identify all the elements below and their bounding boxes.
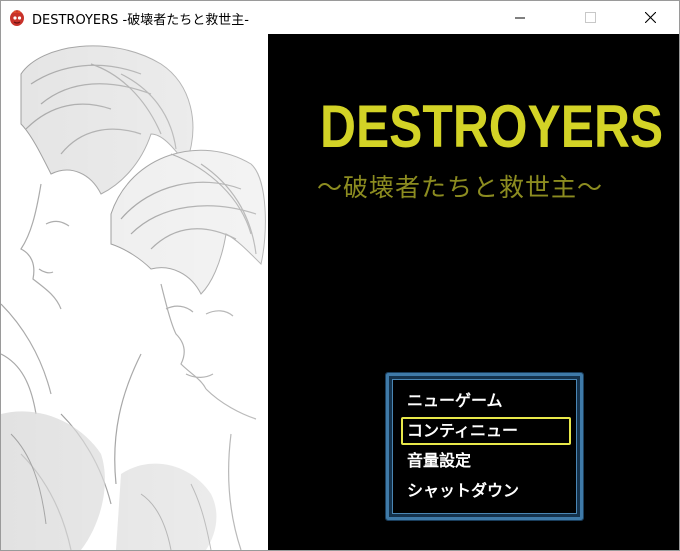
minimize-button[interactable]: [497, 1, 543, 34]
game-logo: DESTROYERS: [320, 93, 664, 160]
menu-item-volume-settings[interactable]: 音量設定: [401, 447, 571, 475]
game-canvas[interactable]: DESTROYERS ～破壊者たちと救世主～ ニューゲーム コンティニュー 音量…: [1, 34, 679, 550]
game-app-icon[interactable]: [8, 9, 26, 27]
title-panel: DESTROYERS ～破壊者たちと救世主～ ニューゲーム コンティニュー 音量…: [268, 34, 679, 550]
maximize-icon: [585, 12, 596, 23]
title-menu: ニューゲーム コンティニュー 音量設定 シャットダウン: [385, 372, 584, 521]
menu-item-new-game[interactable]: ニューゲーム: [401, 387, 571, 415]
menu-item-shutdown[interactable]: シャットダウン: [401, 477, 571, 505]
game-subtitle: ～破壊者たちと救世主～: [317, 173, 604, 202]
character-sketch-artwork: [1, 34, 268, 550]
close-icon: [645, 12, 656, 23]
close-button[interactable]: [627, 1, 673, 34]
title-bar[interactable]: DESTROYERS -破壊者たちと救世主-: [1, 1, 679, 34]
menu-item-continue[interactable]: コンティニュー: [401, 417, 571, 445]
maximize-button[interactable]: [567, 1, 613, 34]
window-title: DESTROYERS -破壊者たちと救世主-: [32, 13, 249, 28]
game-window: DESTROYERS -破壊者たちと救世主- DESTROYERS ～破壊者たち…: [0, 0, 680, 551]
minimize-icon: [515, 17, 525, 19]
